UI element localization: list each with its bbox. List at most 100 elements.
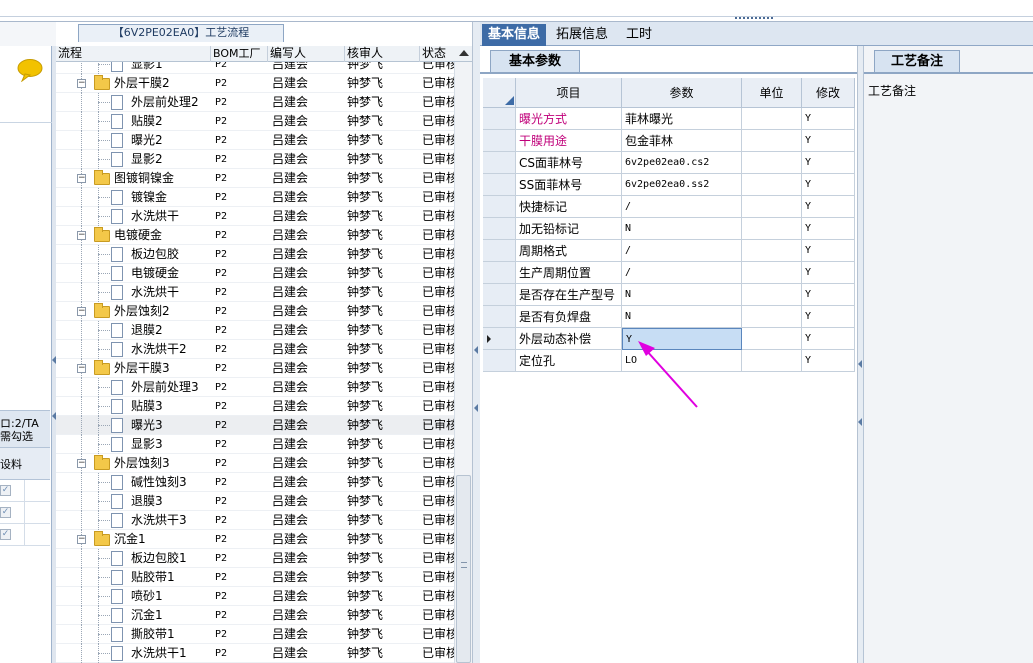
row-indicator[interactable] bbox=[483, 240, 516, 262]
tree-row[interactable]: 显影2 P2 吕建会 钟梦飞 已审核 bbox=[56, 150, 454, 169]
row-indicator[interactable] bbox=[483, 196, 516, 218]
tab-working-hours[interactable]: 工时 bbox=[620, 24, 658, 46]
column-header-writer[interactable]: 编写人 bbox=[268, 46, 345, 62]
param-row[interactable]: 周期格式 / Y bbox=[483, 240, 855, 262]
param-unit-cell[interactable] bbox=[742, 284, 802, 306]
param-row[interactable]: 快捷标记 / Y bbox=[483, 196, 855, 218]
param-unit-cell[interactable] bbox=[742, 240, 802, 262]
param-unit-cell[interactable] bbox=[742, 196, 802, 218]
param-value-cell[interactable]: 菲林曝光 bbox=[622, 108, 742, 130]
tree-folder-row[interactable]: − 外层干膜3 P2 吕建会 钟梦飞 已审核 bbox=[56, 359, 454, 378]
param-modify-cell[interactable]: Y bbox=[802, 108, 855, 130]
tab-process-notes[interactable]: 工艺备注 bbox=[874, 50, 960, 72]
row-indicator[interactable] bbox=[483, 328, 516, 350]
tree-row[interactable]: 水洗烘干1 P2 吕建会 钟梦飞 已审核 bbox=[56, 644, 454, 663]
param-modify-cell[interactable]: Y bbox=[802, 152, 855, 174]
param-modify-cell[interactable]: Y bbox=[802, 240, 855, 262]
param-value-cell[interactable]: 包金菲林 bbox=[622, 130, 742, 152]
scrollbar-thumb[interactable] bbox=[456, 475, 471, 663]
tree-row[interactable]: 贴膜3 P2 吕建会 钟梦飞 已审核 bbox=[56, 397, 454, 416]
middle-splitter[interactable] bbox=[472, 22, 480, 663]
tree-row[interactable]: 曝光3 P2 吕建会 钟梦飞 已审核 bbox=[56, 416, 454, 435]
param-modify-cell[interactable]: Y bbox=[802, 262, 855, 284]
collapse-toggle-icon[interactable]: − bbox=[77, 364, 86, 373]
param-row[interactable]: 生产周期位置 / Y bbox=[483, 262, 855, 284]
param-value-cell[interactable]: LO bbox=[622, 350, 742, 372]
tab-extended-info[interactable]: 拓展信息 bbox=[550, 24, 614, 46]
column-header-reviewer[interactable]: 核审人 bbox=[345, 46, 420, 62]
tree-row[interactable]: 水洗烘干3 P2 吕建会 钟梦飞 已审核 bbox=[56, 511, 454, 530]
tree-row[interactable]: 板边包胶 P2 吕建会 钟梦飞 已审核 bbox=[56, 245, 454, 264]
tree-row[interactable]: 镀镍金 P2 吕建会 钟梦飞 已审核 bbox=[56, 188, 454, 207]
collapse-toggle-icon[interactable]: − bbox=[77, 231, 86, 240]
tree-row[interactable]: 退膜3 P2 吕建会 钟梦飞 已审核 bbox=[56, 492, 454, 511]
tree-scrollbar[interactable] bbox=[454, 50, 472, 663]
row-indicator[interactable] bbox=[483, 130, 516, 152]
row-indicator[interactable] bbox=[483, 152, 516, 174]
param-unit-cell[interactable] bbox=[742, 108, 802, 130]
param-modify-cell[interactable]: Y bbox=[802, 130, 855, 152]
tree-row[interactable]: 水洗烘干 P2 吕建会 钟梦飞 已审核 bbox=[56, 283, 454, 302]
param-unit-cell[interactable] bbox=[742, 174, 802, 196]
tree-folder-row[interactable]: − 外层蚀刻2 P2 吕建会 钟梦飞 已审核 bbox=[56, 302, 454, 321]
param-value-cell[interactable]: / bbox=[622, 196, 742, 218]
param-row[interactable]: 曝光方式 菲林曝光 Y bbox=[483, 108, 855, 130]
param-value-cell[interactable]: 6v2pe02ea0.cs2 bbox=[622, 152, 742, 174]
param-modify-cell[interactable]: Y bbox=[802, 328, 855, 350]
param-modify-cell[interactable]: Y bbox=[802, 306, 855, 328]
tree-row[interactable]: 贴胶带1 P2 吕建会 钟梦飞 已审核 bbox=[56, 568, 454, 587]
tree-row[interactable]: 显影1 P2 吕建会 钟梦飞 已审核 bbox=[56, 62, 454, 74]
splitter-arrow-icon[interactable] bbox=[858, 418, 862, 426]
column-header-factory[interactable]: BOM工厂 bbox=[211, 46, 268, 62]
tab-basic-params[interactable]: 基本参数 bbox=[490, 50, 580, 72]
param-row[interactable]: 是否存在生产型号 N Y bbox=[483, 284, 855, 306]
row-indicator[interactable] bbox=[483, 174, 516, 196]
collapse-toggle-icon[interactable]: − bbox=[77, 79, 86, 88]
param-modify-cell[interactable]: Y bbox=[802, 284, 855, 306]
tree-row[interactable]: 外层前处理2 P2 吕建会 钟梦飞 已审核 bbox=[56, 93, 454, 112]
row-indicator[interactable] bbox=[483, 306, 516, 328]
collapse-toggle-icon[interactable]: − bbox=[77, 307, 86, 316]
param-modify-cell[interactable]: Y bbox=[802, 218, 855, 240]
param-unit-cell[interactable] bbox=[742, 350, 802, 372]
tree-row[interactable]: 外层前处理3 P2 吕建会 钟梦飞 已审核 bbox=[56, 378, 454, 397]
param-modify-cell[interactable]: Y bbox=[802, 350, 855, 372]
param-unit-cell[interactable] bbox=[742, 328, 802, 350]
param-row[interactable]: 是否有负焊盘 N Y bbox=[483, 306, 855, 328]
param-value-cell[interactable]: N bbox=[622, 284, 742, 306]
tree-row[interactable]: 沉金1 P2 吕建会 钟梦飞 已审核 bbox=[56, 606, 454, 625]
param-row[interactable]: 定位孔 LO Y bbox=[483, 350, 855, 372]
tree-row[interactable]: 曝光2 P2 吕建会 钟梦飞 已审核 bbox=[56, 131, 454, 150]
param-value-cell[interactable]: / bbox=[622, 240, 742, 262]
param-modify-cell[interactable]: Y bbox=[802, 174, 855, 196]
tree-folder-row[interactable]: − 外层干膜2 P2 吕建会 钟梦飞 已审核 bbox=[56, 74, 454, 93]
param-unit-cell[interactable] bbox=[742, 306, 802, 328]
column-header-flow[interactable]: 流程 bbox=[56, 46, 211, 62]
tree-row[interactable]: 退膜2 P2 吕建会 钟梦飞 已审核 bbox=[56, 321, 454, 340]
column-header-unit[interactable]: 单位 bbox=[742, 78, 802, 108]
checkbox[interactable]: ✓ bbox=[0, 507, 11, 518]
param-value-cell[interactable]: 6v2pe02ea0.ss2 bbox=[622, 174, 742, 196]
tree-row[interactable]: 电镀硬金 P2 吕建会 钟梦飞 已审核 bbox=[56, 264, 454, 283]
tree-row[interactable]: 水洗烘干 P2 吕建会 钟梦飞 已审核 bbox=[56, 207, 454, 226]
param-modify-cell[interactable]: Y bbox=[802, 196, 855, 218]
tree-row[interactable]: 碱性蚀刻3 P2 吕建会 钟梦飞 已审核 bbox=[56, 473, 454, 492]
param-unit-cell[interactable] bbox=[742, 130, 802, 152]
tree-row[interactable]: 板边包胶1 P2 吕建会 钟梦飞 已审核 bbox=[56, 549, 454, 568]
collapse-toggle-icon[interactable]: − bbox=[77, 174, 86, 183]
param-value-cell[interactable]: / bbox=[622, 262, 742, 284]
param-unit-cell[interactable] bbox=[742, 262, 802, 284]
splitter-arrow-icon[interactable] bbox=[474, 346, 478, 354]
collapse-toggle-icon[interactable]: − bbox=[77, 535, 86, 544]
param-row[interactable]: 干膜用途 包金菲林 Y bbox=[483, 130, 855, 152]
row-indicator[interactable] bbox=[483, 218, 516, 240]
collapse-toggle-icon[interactable]: − bbox=[77, 459, 86, 468]
param-row[interactable]: 外层动态补偿 Y Y bbox=[483, 328, 855, 350]
splitter-arrow-icon[interactable] bbox=[858, 360, 862, 368]
tab-basic-info[interactable]: 基本信息 bbox=[482, 24, 547, 46]
tree-row[interactable]: 贴膜2 P2 吕建会 钟梦飞 已审核 bbox=[56, 112, 454, 131]
column-header-param[interactable]: 参数 bbox=[622, 78, 742, 108]
splitter-arrow-icon[interactable] bbox=[474, 404, 478, 412]
param-unit-cell[interactable] bbox=[742, 152, 802, 174]
checkbox[interactable]: ✓ bbox=[0, 485, 11, 496]
